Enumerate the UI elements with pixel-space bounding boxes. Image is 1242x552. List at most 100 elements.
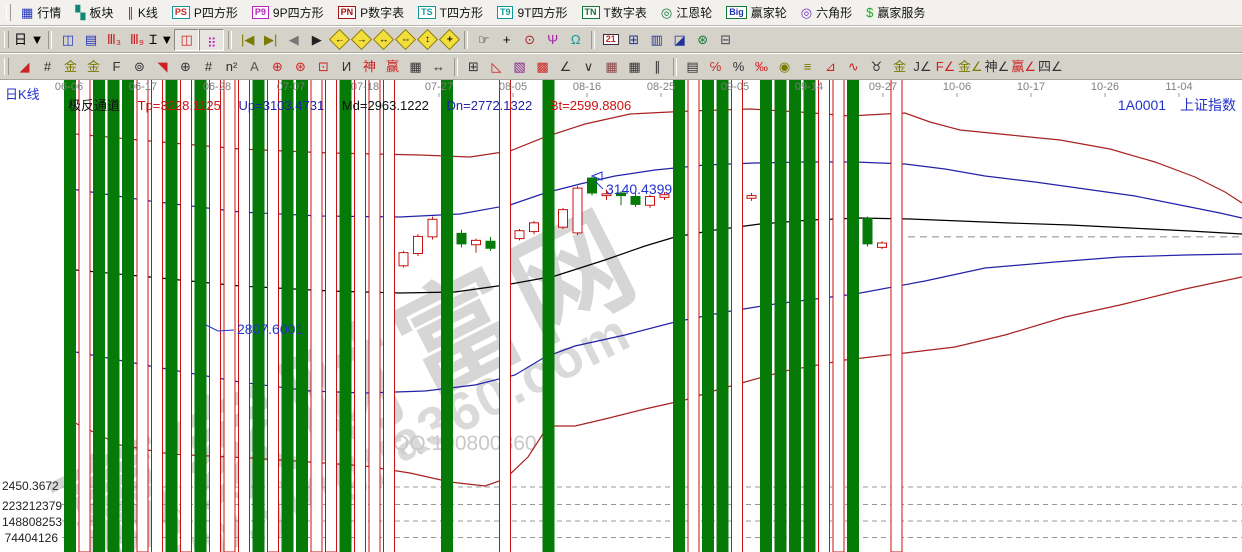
prev-bar-button[interactable]: ◀ — [282, 30, 305, 50]
print-button[interactable]: ⊟ — [714, 30, 737, 50]
n-square-button[interactable]: n² — [220, 57, 243, 77]
first-bar-button[interactable]: |◀ — [236, 30, 259, 50]
grid-123-button[interactable]: ▦ — [404, 57, 427, 77]
gold-section-button[interactable]: 金 — [59, 57, 82, 77]
percent-button[interactable]: % — [727, 57, 750, 77]
ruler-hash-2-button[interactable]: # — [197, 57, 220, 77]
si-angle-button[interactable]: 四∠ — [1037, 57, 1064, 77]
parallel-lines-button[interactable]: ∥ — [646, 57, 669, 77]
menu-item-winner-wheel[interactable]: Big赢家轮 — [722, 2, 795, 23]
next-bar-button[interactable]: ▶ — [305, 30, 328, 50]
indicator-up: Up=3103.4731 — [239, 98, 325, 113]
gold-angle-button[interactable]: 金∠ — [957, 57, 984, 77]
shen-angle-button[interactable]: 神∠ — [984, 57, 1011, 77]
first-bar-icon: |◀ — [241, 33, 254, 46]
snowflake-target-button[interactable]: ⊛ — [289, 57, 312, 77]
ying-grid-button[interactable]: 赢 — [381, 57, 404, 77]
percent-line-button[interactable]: ‰ — [750, 57, 773, 77]
menu-label-sectors: 板块 — [89, 4, 113, 21]
notes-button[interactable]: ▥ — [645, 30, 668, 50]
toolbar-navigation: 日 ▼◫▤Ⅲ₃Ⅲ₉Ɪ ▼◫⣶|◀▶|◀▶←→↔⇔↕+☞+⊙ΨΩ21⊞▥◪⊛⊟ — [0, 26, 1242, 53]
volume-mode-button[interactable]: ⣶ — [199, 29, 224, 51]
export-web-button[interactable]: ⊛ — [691, 30, 714, 50]
j-angle-button[interactable]: J∠ — [911, 57, 934, 77]
report-view-button[interactable]: ▤ — [79, 30, 102, 50]
zoom-pen-tool-icon: ⊙ — [524, 33, 535, 46]
gold-circle-button[interactable]: ◉ — [773, 57, 796, 77]
percent-t-button[interactable]: ℅ — [704, 57, 727, 77]
menu-item-winner-service[interactable]: $赢家服务 — [862, 2, 933, 23]
gold-rule-button[interactable]: ≡ — [796, 57, 819, 77]
menu-item-t-square[interactable]: TST四方形 — [414, 2, 491, 23]
menu-item-t-number[interactable]: TNT数字表 — [578, 2, 655, 23]
draw-knife-button[interactable]: ◢ — [13, 57, 36, 77]
menu-label-t-number: T数字表 — [604, 4, 647, 21]
candle-period-button[interactable]: Ɪ ▼ — [148, 30, 174, 50]
price-min-label: 2450.3672 — [2, 479, 58, 493]
menu-label-kline: K线 — [138, 4, 158, 21]
f-angle-button[interactable]: F∠ — [934, 57, 957, 77]
ying-angle-button[interactable]: 赢∠ — [1010, 57, 1037, 77]
pattern-tool-button[interactable]: Ω — [564, 30, 587, 50]
v-wave-button[interactable]: ∨ — [577, 57, 600, 77]
price-grid-2-button[interactable]: ▦ — [623, 57, 646, 77]
ray-box-button[interactable]: ▩ — [531, 57, 554, 77]
flag-pen-button[interactable]: ⊿ — [819, 57, 842, 77]
n-wave-button[interactable]: И — [335, 57, 358, 77]
zoom-pen-tool-button[interactable]: ⊙ — [518, 30, 541, 50]
menu-item-gann-wheel[interactable]: ◎江恩轮 — [657, 2, 720, 23]
menu-item-p-number[interactable]: PNP数字表 — [334, 2, 413, 23]
compress-h-button[interactable]: ⇔ — [394, 30, 416, 50]
bars-3-button[interactable]: Ⅲ₃ — [102, 30, 125, 50]
bull-tool-button[interactable]: ♉ — [865, 57, 888, 77]
fit-all-button[interactable]: + — [438, 30, 460, 50]
span-measure-button[interactable]: ↔ — [427, 57, 450, 77]
period-pane-label: 日K线 — [5, 84, 40, 103]
shen-grid-button[interactable]: 神 — [358, 57, 381, 77]
menu-item-p9-square[interactable]: P99P四方形 — [248, 2, 332, 23]
menu-item-kline[interactable]: ∥K线 — [123, 2, 166, 23]
expand-h-button[interactable]: ↔ — [372, 30, 394, 50]
gann-target-button[interactable]: ⊕ — [266, 57, 289, 77]
circle-ruler-button[interactable]: ⊕ — [174, 57, 197, 77]
crosshair-tool-button[interactable]: + — [495, 30, 518, 50]
ruler-hash-button[interactable]: # — [36, 57, 59, 77]
box-frame-button[interactable]: ⊞ — [462, 57, 485, 77]
calendar-button[interactable]: 21 — [599, 30, 622, 50]
angle-rays-button[interactable]: ∠ — [554, 57, 577, 77]
price-grid-button[interactable]: ▦ — [600, 57, 623, 77]
gann-target-icon: ⊕ — [272, 60, 283, 73]
date-tick-09-05: 09-05 — [721, 81, 749, 93]
boxed-target-button[interactable]: ⊡ — [312, 57, 335, 77]
menu-item-hexagon[interactable]: ◎六角形 — [797, 2, 860, 23]
a-measure-button[interactable]: A — [243, 57, 266, 77]
last-bar-button[interactable]: ▶| — [259, 30, 282, 50]
calculator-button[interactable]: ⊞ — [622, 30, 645, 50]
zigzag-view-button[interactable]: ◫ — [56, 30, 79, 50]
gold-base-button[interactable]: 金 — [888, 57, 911, 77]
magic-tool-button[interactable]: Ψ — [541, 30, 564, 50]
f-ruler-button[interactable]: F — [105, 57, 128, 77]
e-gauge-button[interactable]: ▤ — [681, 57, 704, 77]
menu-item-p-square[interactable]: PSP四方形 — [168, 2, 246, 23]
period-selector-button[interactable]: 日 ▼ — [13, 30, 44, 50]
gold-section-2-button[interactable]: 金 — [82, 57, 105, 77]
expand-v-button[interactable]: ↕ — [416, 30, 438, 50]
shift-right-button[interactable]: → — [350, 30, 372, 50]
menu-item-sectors[interactable]: ▚板块 — [71, 2, 121, 23]
shift-left-button[interactable]: ← — [328, 30, 350, 50]
bars-9-button[interactable]: Ⅲ₉ — [125, 30, 148, 50]
spiral-tool-button[interactable]: ⊚ — [128, 57, 151, 77]
expand-v-diamond-icon: ↕ — [417, 29, 438, 50]
kline-mode-button[interactable]: ◫ — [174, 29, 199, 51]
fan-box-button[interactable]: ▧ — [508, 57, 531, 77]
kline-chart-canvas[interactable]: 3140.43992807.6001 — [0, 80, 1242, 552]
save-button[interactable]: ◪ — [668, 30, 691, 50]
wave-gauge-button[interactable]: ∿ — [842, 57, 865, 77]
hand-tool-button[interactable]: ☞ — [472, 30, 495, 50]
fan-lines-button[interactable]: ◺ — [485, 57, 508, 77]
date-tick-06-28: 06-28 — [203, 81, 231, 93]
menu-item-t9-square[interactable]: T99T四方形 — [493, 2, 576, 23]
menu-item-quotes[interactable]: ▦行情 — [17, 2, 69, 23]
draw-rocket-button[interactable]: ◥ — [151, 57, 174, 77]
